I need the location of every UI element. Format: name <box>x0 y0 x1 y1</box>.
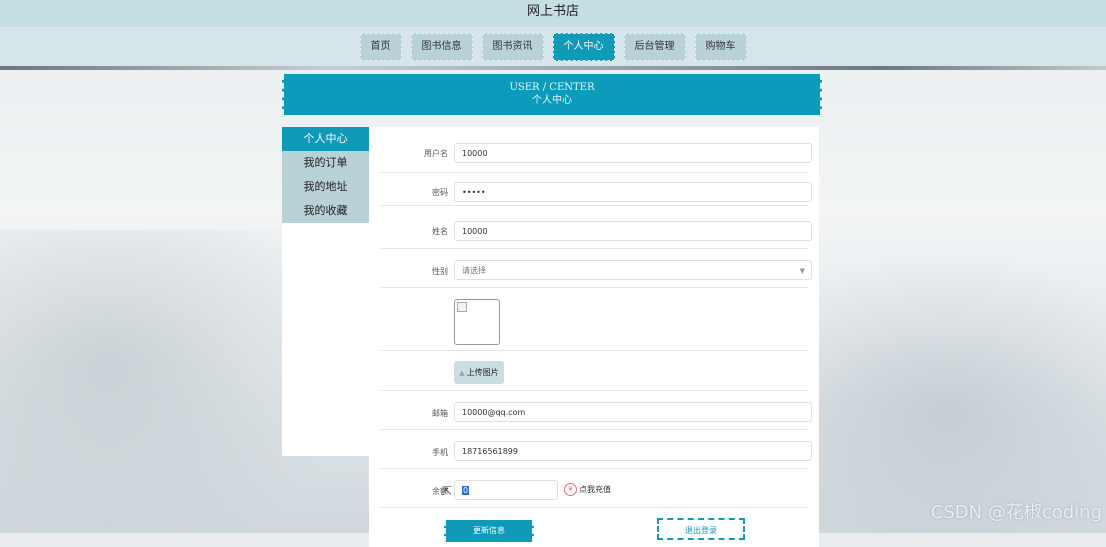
sidebar-item-addresses[interactable]: 我的地址 <box>282 175 369 199</box>
nav-user-center[interactable]: 个人中心 <box>552 33 615 61</box>
username-label: 用户名 <box>424 149 448 158</box>
upload-button-label: 上传图片 <box>466 368 499 377</box>
sidebar-item-favorites[interactable]: 我的收藏 <box>282 199 369 223</box>
phone-label: 手机 <box>432 448 448 457</box>
balance-value: 0 <box>462 486 470 495</box>
gender-label: 性别 <box>432 267 448 276</box>
form-row-password: 密码 ••••• <box>380 173 812 206</box>
form-row-phone: 手机 18716561899 <box>380 430 812 469</box>
sidebar: 个人中心 我的订单 我的地址 我的收藏 <box>282 127 369 456</box>
form-row-upload: ▲ 上传图片 <box>380 351 808 391</box>
gender-select[interactable]: 请选择 ▼ <box>454 260 812 280</box>
nav-admin[interactable]: 后台管理 <box>623 33 686 61</box>
form-row-username: 用户名 10000 <box>380 141 812 173</box>
broken-image-icon <box>457 302 467 312</box>
avatar-image <box>454 299 500 345</box>
recharge-link[interactable]: ¥ 点我充值 <box>564 483 611 497</box>
gender-placeholder: 请选择 <box>462 266 486 275</box>
banner-title-en: USER / CENTER <box>509 82 595 93</box>
watermark: CSDN @花椒coding <box>930 502 1102 523</box>
nav-book-news[interactable]: 图书资讯 <box>481 33 544 61</box>
name-input[interactable]: 10000 <box>454 221 812 241</box>
upload-image-button[interactable]: ▲ 上传图片 <box>454 361 504 384</box>
profile-form: 用户名 10000 密码 ••••• 姓名 10000 性别 请选择 ▼ ▲ 上传… <box>369 127 819 547</box>
update-info-button[interactable]: 更新信息 <box>444 520 534 542</box>
form-row-name: 姓名 10000 <box>380 206 812 249</box>
recharge-icon: ¥ <box>564 483 577 496</box>
site-title-bar: 网上书店 <box>0 0 1106 28</box>
password-input[interactable]: ••••• <box>454 182 812 202</box>
logout-button[interactable]: 退出登录 <box>657 518 745 540</box>
sidebar-item-user-center[interactable]: 个人中心 <box>282 127 369 151</box>
username-input[interactable]: 10000 <box>454 143 812 163</box>
phone-input[interactable]: 18716561899 <box>454 441 812 461</box>
section-banner: USER / CENTER 个人中心 <box>282 74 822 115</box>
nav-cart[interactable]: 购物车 <box>694 33 747 61</box>
email-input[interactable]: 10000@qq.com <box>454 402 812 422</box>
email-label: 邮箱 <box>432 409 448 418</box>
form-row-avatar <box>380 288 808 351</box>
nav-book-info[interactable]: 图书信息 <box>410 33 473 61</box>
mouse-cursor-icon: ⇱ <box>442 484 453 498</box>
form-row-gender: 性别 请选择 ▼ <box>380 249 812 288</box>
recharge-label: 点我充值 <box>579 485 611 494</box>
banner-title-cn: 个人中心 <box>532 95 572 106</box>
form-row-email: 邮箱 10000@qq.com <box>380 391 812 430</box>
sidebar-item-orders[interactable]: 我的订单 <box>282 151 369 175</box>
site-title: 网上书店 <box>526 4 579 19</box>
balance-label: 余额 <box>432 487 448 496</box>
password-label: 密码 <box>432 188 448 197</box>
main-nav: 首页 图书信息 图书资讯 个人中心 后台管理 购物车 <box>0 28 1106 66</box>
upload-icon: ▲ <box>459 369 465 377</box>
balance-input[interactable]: 0 <box>454 480 558 500</box>
chevron-down-icon: ▼ <box>799 267 805 275</box>
name-label: 姓名 <box>432 227 448 236</box>
nav-home[interactable]: 首页 <box>359 33 402 61</box>
